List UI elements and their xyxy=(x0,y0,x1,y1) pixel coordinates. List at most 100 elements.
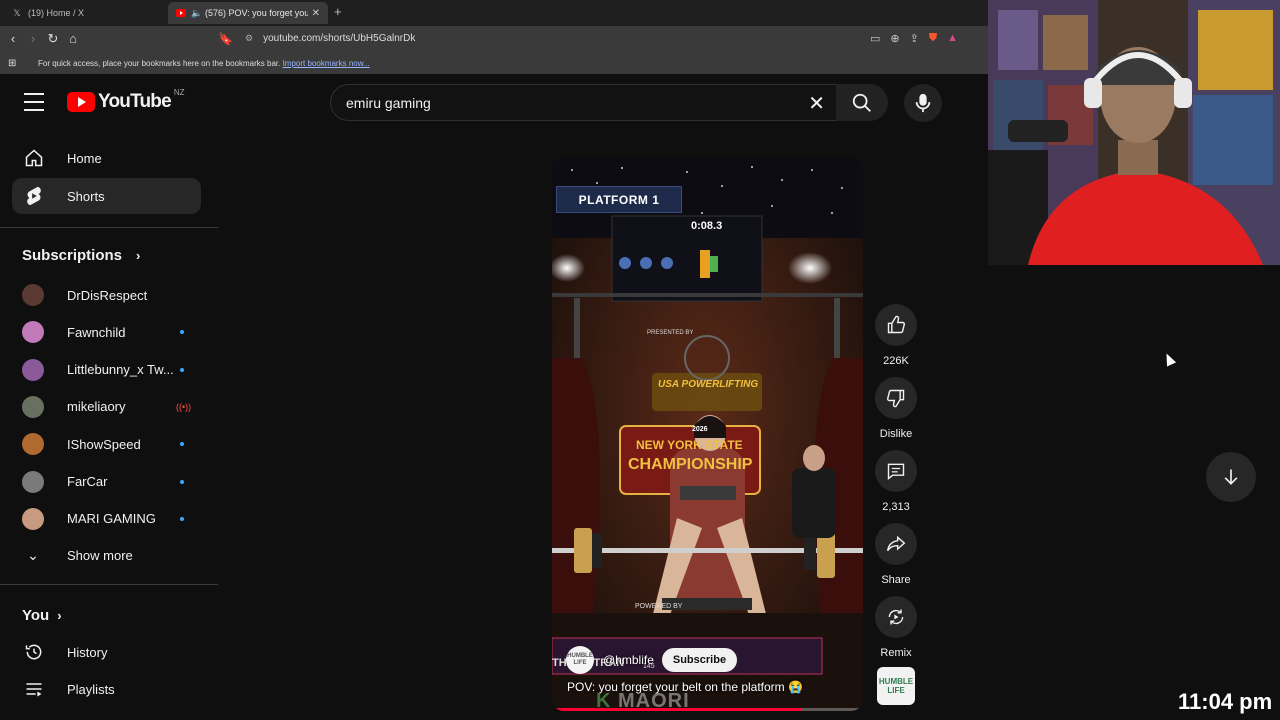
brave-rewards-icon[interactable]: ▲ xyxy=(947,32,958,45)
tab-bar: 𝕏 (19) Home / X 🔈 (576) POV: you forget … xyxy=(0,0,988,26)
clock-overlay: 11:04 pm xyxy=(1178,689,1273,714)
subscription-item[interactable]: Littlebunny_x Tw... xyxy=(12,353,201,387)
short-video-player[interactable]: PLATFORM 1 0:08.3 PRESENTED BY USA POWER… xyxy=(552,158,863,711)
sidebar-item-history[interactable]: History xyxy=(12,634,201,670)
speaker-icon[interactable]: 🔈 xyxy=(191,8,202,18)
platform-badge: PLATFORM 1 xyxy=(556,186,682,213)
comment-icon xyxy=(875,450,917,492)
playlists-icon xyxy=(24,679,44,699)
like-count: 226K xyxy=(883,355,909,367)
youtube-play-icon xyxy=(67,92,95,112)
show-more-button[interactable]: ⌄ Show more xyxy=(12,538,201,572)
avatar xyxy=(22,433,44,456)
avatar xyxy=(22,358,44,381)
sidebar-item-home[interactable]: Home xyxy=(12,140,201,176)
new-tab-button[interactable]: + xyxy=(334,4,342,19)
bookmarks-message: For quick access, place your bookmarks h… xyxy=(38,59,370,68)
sound-button[interactable]: HUMBLE LIFE xyxy=(872,667,920,705)
voice-search-button[interactable] xyxy=(904,84,942,122)
search-input[interactable]: emiru gaming xyxy=(346,95,431,111)
subscription-name: DrDisRespect xyxy=(67,287,148,303)
search-button[interactable] xyxy=(836,84,888,121)
you-heading[interactable]: You › xyxy=(22,607,62,624)
next-short-button[interactable] xyxy=(1206,452,1256,502)
remix-button[interactable]: Remix xyxy=(872,596,920,659)
address-bar: ‹ › ↻ ⌂ 🔖 ⚙ youtube.com/shorts/UbH5Galnr… xyxy=(0,26,988,54)
brave-shield-icon[interactable]: ⛊ xyxy=(929,32,937,45)
reload-icon[interactable]: ↻ xyxy=(44,31,62,47)
sidebar-item-shorts[interactable]: Shorts xyxy=(12,178,201,214)
avatar xyxy=(22,395,44,418)
channel-avatar[interactable]: HUMBLE LIFE xyxy=(566,646,594,674)
site-info-icon[interactable]: ⚙ xyxy=(245,33,253,44)
search-box[interactable]: emiru gaming ✕ xyxy=(330,84,840,121)
bookmark-icon[interactable]: 🔖 xyxy=(218,32,233,46)
sidebar-item-label: Playlists xyxy=(67,681,115,697)
home-icon xyxy=(24,148,44,168)
menu-icon[interactable] xyxy=(24,93,44,111)
tab-youtube-short[interactable]: 🔈 (576) POV: you forget your b ✕ xyxy=(168,2,328,24)
close-tab-icon[interactable]: ✕ xyxy=(312,8,320,19)
youtube-page: YouTube NZ emiru gaming ✕ Home Shorts Su… xyxy=(0,76,988,720)
banner-event-2: CHAMPIONSHIP xyxy=(628,456,753,473)
banner-org: USA POWERLIFTING xyxy=(658,379,759,390)
watermark-k: K xyxy=(596,690,612,712)
powered-by: POWERED BY xyxy=(635,603,683,610)
subscription-item[interactable]: mikeliaory ((•)) xyxy=(12,390,201,424)
home-icon[interactable]: ⌂ xyxy=(64,31,82,46)
apps-grid-icon[interactable]: ⊞ xyxy=(8,58,16,69)
sidebar-item-label: History xyxy=(67,644,108,660)
chevron-right-icon: › xyxy=(136,248,141,263)
lift-timer: 0:08.3 xyxy=(691,220,723,232)
subscription-item[interactable]: Fawnchild xyxy=(12,315,201,349)
subscription-name: mikeliaory xyxy=(67,399,126,415)
chevron-down-icon: ⌄ xyxy=(27,546,39,563)
subscriptions-label: Subscriptions xyxy=(22,247,123,264)
zoom-icon[interactable]: ⊕ xyxy=(890,32,899,45)
subscription-item[interactable]: MARI GAMING xyxy=(12,502,201,536)
comments-button[interactable]: 2,313 xyxy=(872,450,920,513)
clear-search-icon[interactable]: ✕ xyxy=(808,91,825,116)
url-text: youtube.com/shorts/UbH5GalnrDk xyxy=(263,33,416,44)
share-label: Share xyxy=(881,574,911,586)
channel-handle[interactable]: @hmblife xyxy=(603,653,654,667)
like-button[interactable]: 226K xyxy=(872,304,920,367)
avatar xyxy=(22,284,44,306)
country-code: NZ xyxy=(173,87,185,97)
youtube-logo[interactable]: YouTube NZ xyxy=(67,87,185,113)
new-content-dot xyxy=(180,367,184,372)
you-label: You xyxy=(22,607,50,624)
shorts-icon xyxy=(24,186,44,206)
arrow-down-icon xyxy=(1224,469,1238,485)
subscribe-button[interactable]: Subscribe xyxy=(661,648,738,672)
subscription-name: Fawnchild xyxy=(67,324,126,340)
share-page-icon[interactable]: ⇪ xyxy=(910,32,919,45)
subscription-item[interactable]: FarCar xyxy=(12,465,201,499)
avatar xyxy=(22,507,44,530)
forward-icon[interactable]: › xyxy=(24,31,42,46)
platform-label: PLATFORM 1 xyxy=(578,192,660,207)
tab-title: (19) Home / X xyxy=(28,8,85,18)
youtube-icon xyxy=(176,8,186,18)
remix-label: Remix xyxy=(880,647,912,659)
watermark-text: MAORI xyxy=(618,690,690,712)
subscription-item[interactable]: DrDisRespect xyxy=(12,278,201,312)
cast-icon[interactable]: ▭ xyxy=(870,32,880,45)
thumbs-down-icon xyxy=(875,377,917,419)
thumbs-up-icon xyxy=(875,304,917,346)
import-bookmarks-link[interactable]: Import bookmarks now... xyxy=(283,59,370,68)
subscription-name: FarCar xyxy=(67,474,108,489)
chevron-right-icon: › xyxy=(57,608,62,623)
url-field[interactable]: ⚙ youtube.com/shorts/UbH5GalnrDk xyxy=(245,33,415,44)
tab-x-home[interactable]: 𝕏 (19) Home / X xyxy=(4,2,164,24)
back-icon[interactable]: ‹ xyxy=(4,31,22,46)
subscription-name: IShowSpeed xyxy=(67,436,141,452)
subscription-item[interactable]: IShowSpeed xyxy=(12,427,201,461)
share-button[interactable]: Share xyxy=(872,523,920,586)
sidebar-item-playlists[interactable]: Playlists xyxy=(12,671,201,707)
subscriptions-heading[interactable]: Subscriptions › xyxy=(22,247,140,264)
logo-wordmark: YouTube xyxy=(98,91,172,112)
share-icon xyxy=(875,523,917,565)
dislike-button[interactable]: Dislike xyxy=(872,377,920,440)
microphone-icon xyxy=(915,93,931,113)
